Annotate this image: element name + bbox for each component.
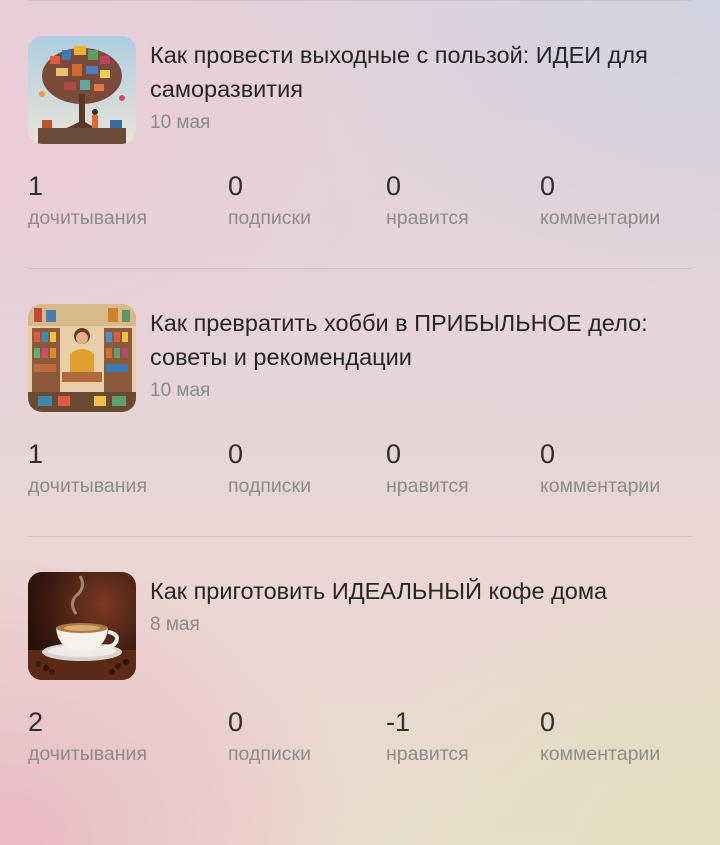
article-stats: 1 дочитывания 0 подписки 0 нравится 0 ко… <box>28 170 692 240</box>
stat-label: подписки <box>228 743 311 765</box>
stat-value: -1 <box>386 707 411 737</box>
stat-value: 0 <box>228 171 244 201</box>
stat-value: 1 <box>28 171 44 201</box>
stat-value: 0 <box>228 439 244 469</box>
stat-label: дочитывания <box>28 743 147 765</box>
article-card[interactable]: Как приготовить ИДЕАЛЬНЫЙ кофе дома 8 ма… <box>28 572 692 772</box>
stat-label: комментарии <box>540 743 661 765</box>
stat-value: 0 <box>386 439 402 469</box>
stat-likes: -1 нравится <box>386 706 469 768</box>
stat-value: 0 <box>228 707 244 737</box>
article-title[interactable]: Как превратить хобби в ПРИБЫЛЬНОЕ дело: … <box>150 306 690 374</box>
stat-value: 0 <box>540 707 556 737</box>
stat-label: нравится <box>386 207 469 229</box>
tree-books-illustration-icon <box>28 36 136 144</box>
stat-comments: 0 комментарии <box>540 706 660 768</box>
article-card[interactable]: Как превратить хобби в ПРИБЫЛЬНОЕ дело: … <box>28 304 692 538</box>
stat-label: комментарии <box>540 207 661 229</box>
article-title[interactable]: Как провести выходные с пользой: ИДЕИ дл… <box>150 38 690 106</box>
stat-value: 2 <box>28 707 44 737</box>
stat-comments: 0 комментарии <box>540 438 660 500</box>
article-divider <box>28 536 692 537</box>
stat-label: дочитывания <box>28 475 147 497</box>
hobby-shop-illustration-icon <box>28 304 136 412</box>
stat-value: 1 <box>28 439 44 469</box>
article-date: 8 мая <box>150 614 200 635</box>
stat-likes: 0 нравится <box>386 170 469 232</box>
stat-reads: 2 дочитывания <box>28 706 147 768</box>
article-header[interactable]: Как превратить хобби в ПРИБЫЛЬНОЕ дело: … <box>28 304 692 414</box>
stat-label: подписки <box>228 207 311 229</box>
article-header[interactable]: Как приготовить ИДЕАЛЬНЫЙ кофе дома 8 ма… <box>28 572 692 682</box>
article-title[interactable]: Как приготовить ИДЕАЛЬНЫЙ кофе дома <box>150 574 690 608</box>
article-stats: 1 дочитывания 0 подписки 0 нравится 0 ко… <box>28 438 692 508</box>
stat-label: нравится <box>386 475 469 497</box>
stat-likes: 0 нравится <box>386 438 469 500</box>
article-header[interactable]: Как провести выходные с пользой: ИДЕИ дл… <box>28 36 692 146</box>
stat-value: 0 <box>540 171 556 201</box>
coffee-cup-photo-icon <box>28 572 136 680</box>
article-date: 10 мая <box>150 112 211 133</box>
article-divider <box>28 268 692 269</box>
stat-value: 0 <box>386 171 402 201</box>
article-thumbnail[interactable] <box>28 36 136 144</box>
article-thumbnail[interactable] <box>28 304 136 412</box>
article-thumbnail[interactable] <box>28 572 136 680</box>
stat-subscriptions: 0 подписки <box>228 438 311 500</box>
stat-subscriptions: 0 подписки <box>228 706 311 768</box>
stat-reads: 1 дочитывания <box>28 438 147 500</box>
stat-label: нравится <box>386 743 469 765</box>
stat-label: комментарии <box>540 475 661 497</box>
stat-reads: 1 дочитывания <box>28 170 147 232</box>
article-date: 10 мая <box>150 380 211 401</box>
stat-label: дочитывания <box>28 207 147 229</box>
article-stats: 2 дочитывания 0 подписки -1 нравится 0 к… <box>28 706 692 776</box>
top-edge-line <box>28 0 692 1</box>
article-card[interactable]: Как провести выходные с пользой: ИДЕИ дл… <box>28 36 692 270</box>
stat-label: подписки <box>228 475 311 497</box>
stat-subscriptions: 0 подписки <box>228 170 311 232</box>
stat-value: 0 <box>540 439 556 469</box>
stat-comments: 0 комментарии <box>540 170 660 232</box>
